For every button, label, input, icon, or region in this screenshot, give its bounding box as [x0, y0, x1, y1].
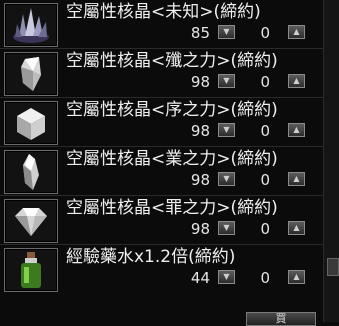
item-name: 空屬性核晶<罪之力>(締約) — [66, 198, 278, 218]
cube-crystal-icon — [4, 101, 58, 145]
item-name: 空屬性核晶<殲之力>(締約) — [66, 51, 278, 71]
quantity-value: 0 — [260, 171, 270, 189]
item-name: 經驗藥水x1.2倍(締約) — [66, 247, 236, 267]
increase-button[interactable]: ▲ — [288, 172, 305, 186]
increase-button[interactable]: ▲ — [288, 25, 305, 39]
decrease-button[interactable]: ▼ — [218, 25, 235, 39]
increase-button[interactable]: ▲ — [288, 123, 305, 137]
quantity-value: 0 — [260, 24, 270, 42]
list-item[interactable]: 空屬性核晶<業之力>(締約) 98 ▼ 0 ▲ — [0, 147, 323, 195]
diamond-crystal-icon — [4, 199, 58, 243]
stock-count: 98 — [190, 220, 210, 238]
shard-crystal-icon — [4, 52, 58, 96]
list-item[interactable]: 經驗藥水x1.2倍(締約) 44 ▼ 0 ▲ — [0, 245, 323, 293]
quantity-value: 0 — [260, 73, 270, 91]
quantity-value: 0 — [260, 269, 270, 287]
buy-button[interactable]: 買 — [246, 312, 316, 326]
item-name: 空屬性核晶<業之力>(締約) — [66, 149, 278, 169]
stock-count: 98 — [190, 122, 210, 140]
green-potion-icon — [4, 248, 58, 292]
increase-button[interactable]: ▲ — [288, 221, 305, 235]
quantity-value: 0 — [260, 122, 270, 140]
increase-button[interactable]: ▲ — [288, 74, 305, 88]
stock-count: 44 — [190, 269, 210, 287]
decrease-button[interactable]: ▼ — [218, 172, 235, 186]
stock-count: 98 — [190, 73, 210, 91]
item-name: 空屬性核晶<未知>(締約) — [66, 2, 261, 22]
long-crystal-icon — [4, 150, 58, 194]
decrease-button[interactable]: ▼ — [218, 221, 235, 235]
quantity-value: 0 — [260, 220, 270, 238]
stock-count: 98 — [190, 171, 210, 189]
stock-count: 85 — [190, 24, 210, 42]
item-list: 空屬性核晶<未知>(締約) 85 ▼ 0 ▲ 空屬性核晶<殲之力>(締約) 98… — [0, 0, 323, 322]
decrease-button[interactable]: ▼ — [218, 123, 235, 137]
scroll-handle[interactable] — [327, 258, 339, 276]
list-item[interactable]: 空屬性核晶<序之力>(締約) 98 ▼ 0 ▲ — [0, 98, 323, 146]
item-name: 空屬性核晶<序之力>(締約) — [66, 100, 278, 120]
cluster-crystal-icon — [4, 3, 58, 47]
list-item[interactable]: 空屬性核晶<未知>(締約) 85 ▼ 0 ▲ — [0, 0, 323, 48]
list-item[interactable]: 空屬性核晶<殲之力>(締約) 98 ▼ 0 ▲ — [0, 49, 323, 97]
decrease-button[interactable]: ▼ — [218, 270, 235, 284]
scrollbar[interactable] — [323, 0, 339, 322]
increase-button[interactable]: ▲ — [288, 270, 305, 284]
decrease-button[interactable]: ▼ — [218, 74, 235, 88]
list-item[interactable]: 空屬性核晶<罪之力>(締約) 98 ▼ 0 ▲ — [0, 196, 323, 244]
